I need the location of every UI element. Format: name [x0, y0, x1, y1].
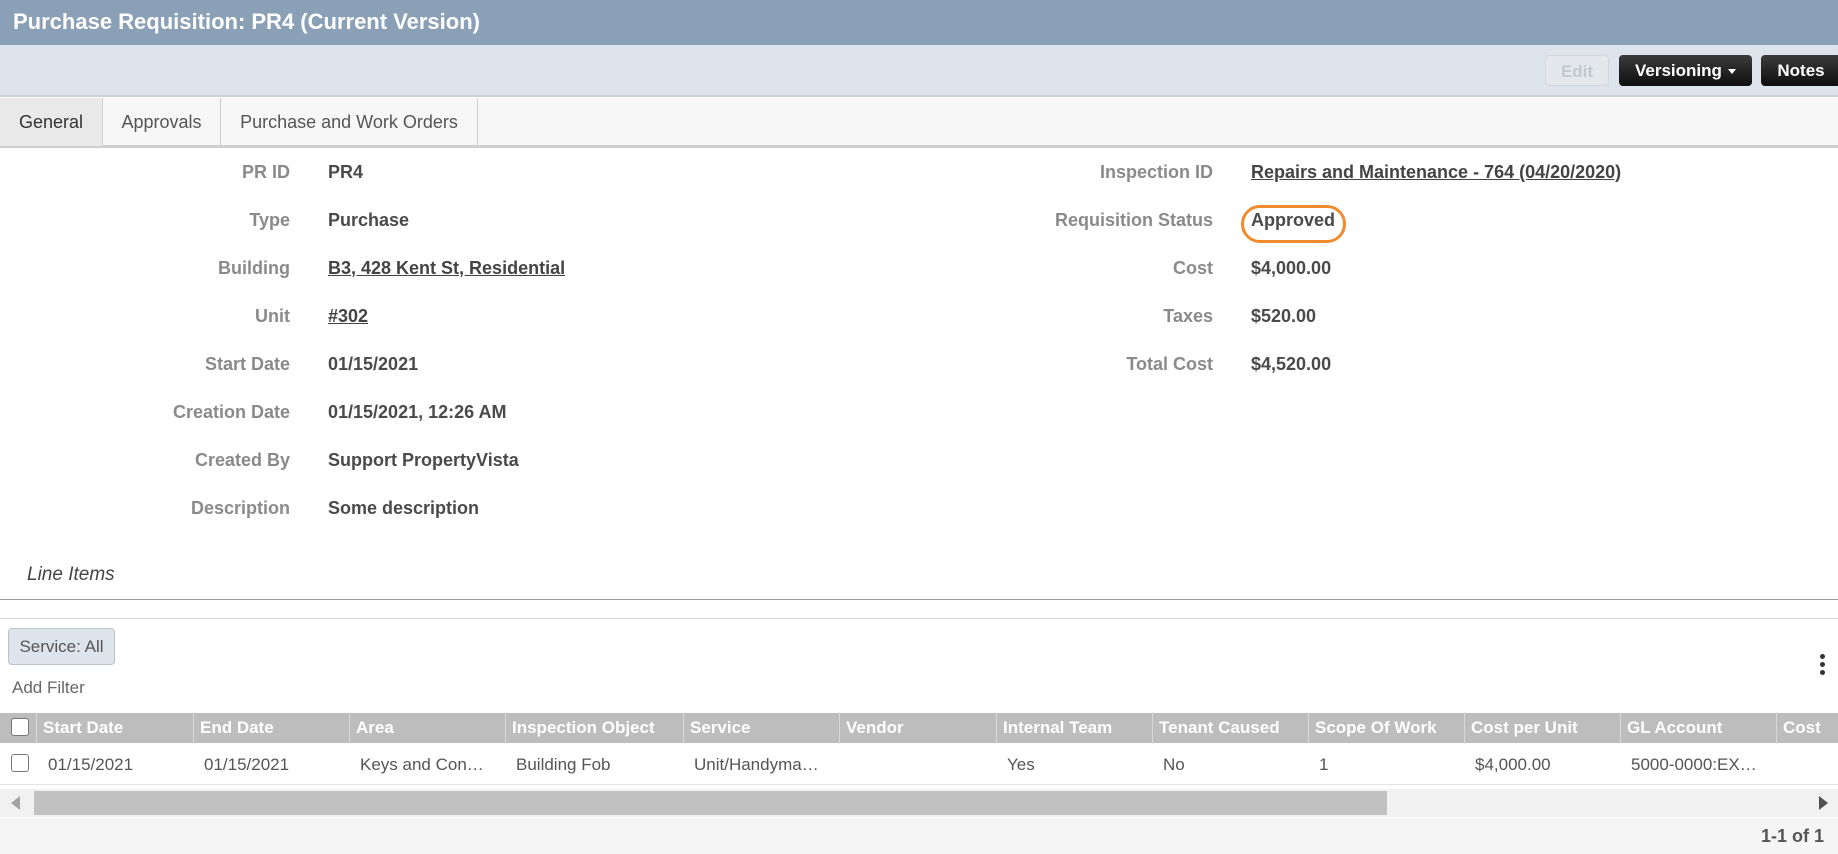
column-header-start-date[interactable]: Start Date: [36, 713, 194, 743]
requisition-status-label: Requisition Status: [1054, 210, 1213, 230]
inspection-id-label: Inspection ID: [1099, 162, 1213, 182]
column-header-area[interactable]: Area: [349, 713, 505, 743]
tab-bar: General Approvals Purchase and Work Orde…: [0, 98, 1838, 148]
versioning-dropdown-button[interactable]: Versioning: [1619, 55, 1752, 86]
add-filter-link[interactable]: Add Filter: [12, 678, 85, 698]
taxes-label: Taxes: [1163, 306, 1213, 326]
inspection-id-link[interactable]: Repairs and Maintenance - 764 (04/20/202…: [1251, 162, 1621, 183]
column-header-gl-account[interactable]: GL Account: [1620, 713, 1776, 743]
type-label: Type: [249, 210, 290, 230]
toolbar: Edit Versioning Notes: [0, 45, 1838, 97]
created-by-value: Support PropertyVista: [328, 450, 519, 470]
edit-button[interactable]: Edit: [1545, 55, 1609, 86]
page-title: Purchase Requisition: PR4 (Current Versi…: [13, 9, 480, 34]
kebab-vertical-icon[interactable]: [1818, 654, 1826, 680]
description-label: Description: [190, 498, 290, 518]
cell-cost: [1777, 745, 1838, 785]
tab-approvals[interactable]: Approvals: [103, 98, 221, 146]
versioning-label: Versioning: [1635, 61, 1722, 80]
service-filter-chip[interactable]: Service: All: [8, 628, 115, 665]
cost-label: Cost: [1173, 258, 1213, 278]
cell-scope-of-work: 1: [1319, 755, 1329, 774]
unit-label: Unit: [255, 306, 290, 326]
column-header-internal-team[interactable]: Internal Team: [996, 713, 1152, 743]
scroll-right-arrow-icon[interactable]: [1819, 796, 1828, 810]
creation-date-value: 01/15/2021, 12:26 AM: [328, 402, 507, 422]
column-header-cost-per-unit[interactable]: Cost per Unit: [1464, 713, 1620, 743]
caret-down-icon: [1728, 69, 1736, 74]
cell-internal-team: Yes: [1007, 755, 1035, 774]
column-header-end-date[interactable]: End Date: [193, 713, 349, 743]
pr-id-value: PR4: [328, 162, 364, 182]
pagination-summary: 1-1 of 1: [1760, 826, 1824, 846]
notes-button[interactable]: Notes: [1761, 55, 1838, 86]
tab-purchase-and-work-orders[interactable]: Purchase and Work Orders: [221, 98, 478, 146]
title-bar: Purchase Requisition: PR4 (Current Versi…: [0, 0, 1838, 45]
column-header-vendor[interactable]: Vendor: [839, 713, 996, 743]
column-header-cost[interactable]: Cost: [1776, 713, 1838, 743]
scroll-left-arrow-icon[interactable]: [11, 796, 20, 810]
cell-cost-per-unit: $4,000.00: [1475, 755, 1551, 774]
cell-end-date: 01/15/2021: [204, 755, 290, 774]
column-header-inspection-object[interactable]: Inspection Object: [505, 713, 683, 743]
cell-area: Keys and Con…: [360, 755, 484, 774]
start-date-label: Start Date: [204, 354, 290, 374]
grid-footer: 1-1 of 1: [0, 818, 1838, 854]
creation-date-label: Creation Date: [172, 402, 290, 422]
pr-id-label: PR ID: [241, 162, 290, 182]
scrollbar-thumb[interactable]: [34, 791, 1387, 815]
building-link[interactable]: B3, 428 Kent St, Residential: [328, 258, 565, 279]
description-value: Some description: [328, 498, 480, 518]
section-divider-secondary: [0, 618, 1838, 619]
total-cost-label: Total Cost: [1126, 354, 1213, 374]
table-row[interactable]: 01/15/2021 01/15/2021 Keys and Con… Buil…: [0, 745, 1838, 785]
total-cost-value: $4,520.00: [1251, 354, 1332, 374]
column-header-tenant-caused[interactable]: Tenant Caused: [1152, 713, 1308, 743]
type-value: Purchase: [328, 210, 410, 230]
column-header-service[interactable]: Service: [683, 713, 839, 743]
select-all-checkbox[interactable]: [11, 718, 29, 736]
cell-gl-account: 5000-0000:EX…: [1631, 755, 1757, 774]
tab-general[interactable]: General: [0, 98, 103, 146]
start-date-value: 01/15/2021: [328, 354, 419, 374]
cell-vendor: [840, 745, 996, 785]
grid-header: Start Date End Date Area Inspection Obje…: [0, 713, 1838, 743]
cell-tenant-caused: No: [1163, 755, 1185, 774]
cell-start-date: 01/15/2021: [48, 755, 134, 774]
horizontal-scrollbar[interactable]: [0, 789, 1838, 817]
created-by-label: Created By: [194, 450, 290, 470]
building-label: Building: [218, 258, 290, 278]
line-items-title: Line Items: [27, 564, 115, 585]
cell-service: Unit/Handyma…: [694, 755, 819, 774]
section-divider: [0, 599, 1838, 600]
taxes-value: $520.00: [1251, 306, 1317, 326]
requisition-status-value: Approved: [1251, 210, 1336, 230]
cell-inspection-object: Building Fob: [516, 755, 611, 774]
row-checkbox[interactable]: [11, 754, 29, 772]
cost-value: $4,000.00: [1251, 258, 1332, 278]
column-header-scope-of-work[interactable]: Scope Of Work: [1308, 713, 1464, 743]
unit-link[interactable]: #302: [328, 306, 368, 327]
